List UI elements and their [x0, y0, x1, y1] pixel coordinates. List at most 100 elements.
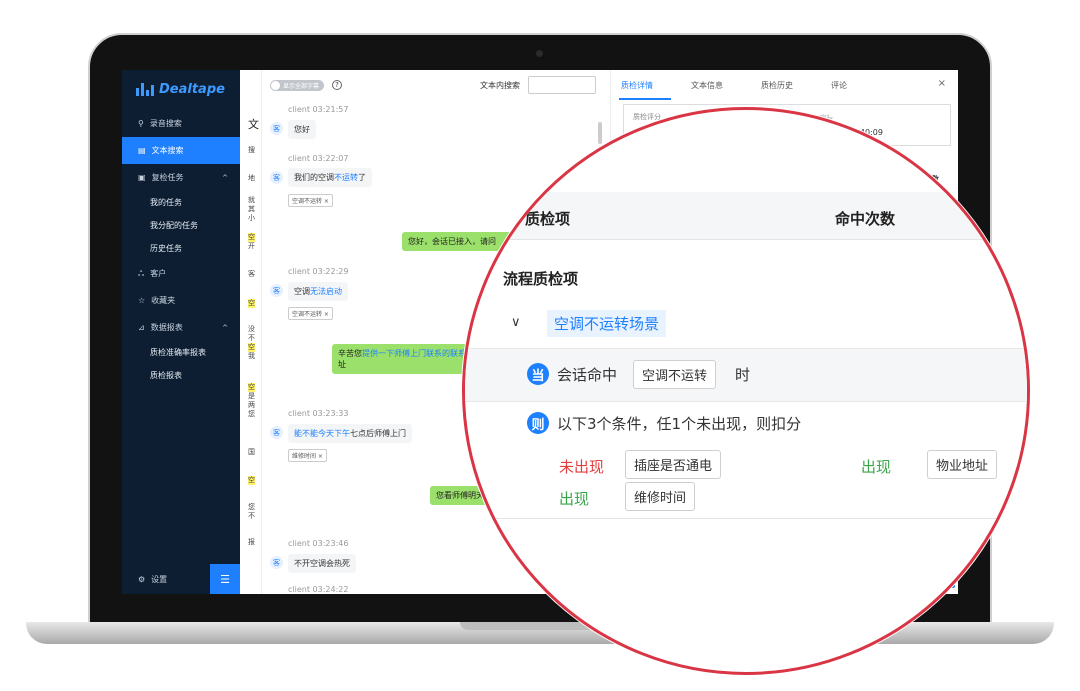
list-item[interactable]: 两	[248, 401, 255, 410]
sidebar-item-text-search[interactable]: ▤ 文本搜索	[122, 137, 240, 164]
condition-chip[interactable]: 维修时间	[625, 482, 696, 511]
settings-label: 设置	[151, 574, 168, 584]
list-item[interactable]: 我	[248, 352, 255, 361]
keyword-chip[interactable]: 空调不运转	[633, 360, 717, 389]
keyword-tag[interactable]: 维修时间 ×	[288, 449, 327, 462]
sidebar-item-favorites[interactable]: ☆ 收藏夹	[122, 287, 240, 314]
scene-name[interactable]: 空调不运转场景	[547, 310, 667, 337]
client-message: 我们的空调不运转了	[288, 168, 372, 187]
logo: Dealtape	[136, 82, 225, 97]
document-icon: ▤	[138, 146, 146, 155]
list-item[interactable]: 您	[248, 410, 255, 419]
list-item[interactable]: 不	[248, 334, 255, 343]
client-avatar: 客	[270, 556, 283, 569]
sidebar-subitem-my-tasks[interactable]: 我的任务	[122, 191, 240, 214]
list-item[interactable]: 小	[248, 214, 255, 223]
then-text: 以下3个条件，任1个未出现，则扣分	[557, 415, 802, 433]
list-item[interactable]: 就	[248, 196, 255, 205]
menu-fold-icon: ☰	[220, 572, 230, 586]
text-result-list: 文 搜地就其小空开客空没不空我空是两您国空您不报	[240, 70, 262, 594]
client-message: 能不能今天下午七点后师傅上门	[288, 424, 412, 443]
sidebar: Dealtape ⚲ 录音搜索 ▤ 文本搜索 ▣ 复检任务 ^ 我的任务 我分配…	[122, 70, 240, 594]
sidebar-subitem-qc-report[interactable]: 质检报表	[122, 364, 240, 387]
list-item[interactable]: 是	[248, 392, 255, 401]
sidebar-subitem-accuracy-report[interactable]: 质检准确率报表	[122, 341, 240, 364]
list-item[interactable]: 您	[248, 503, 255, 512]
sidebar-item-review-tasks[interactable]: ▣ 复检任务 ^	[122, 164, 240, 191]
list-item[interactable]: 空	[248, 233, 255, 242]
condition-status-missing: 未出现	[559, 458, 605, 476]
tab-comments[interactable]: 评论	[831, 80, 901, 91]
message-time: client 03:23:33	[288, 409, 349, 418]
keyword-tag[interactable]: 空调不运转 ×	[288, 194, 333, 207]
list-item[interactable]: 地	[248, 174, 255, 183]
list-item[interactable]: 客	[248, 270, 255, 279]
chevron-down-icon[interactable]: ∨	[511, 315, 521, 330]
user-group-icon: ஃ	[138, 268, 145, 278]
detail-tabs: 质检详情 文本信息 质检历史 评论	[611, 70, 958, 100]
keyword-tag[interactable]: 空调不运转 ×	[288, 307, 333, 320]
list-item[interactable]: 其	[248, 205, 255, 214]
sidebar-nav: ⚲ 录音搜索 ▤ 文本搜索 ▣ 复检任务 ^ 我的任务 我分配的任务 历史任务 …	[122, 110, 240, 387]
search-label: 文本内搜索	[480, 81, 520, 90]
flow-qc-title: 流程质检项	[503, 270, 579, 288]
close-icon[interactable]: ×	[938, 78, 946, 89]
list-item[interactable]: 空	[248, 343, 255, 352]
sidebar-item-label: 数据报表	[150, 323, 183, 332]
then-badge-icon: 则	[527, 412, 549, 434]
when-text: 会话命中	[557, 366, 618, 384]
list-item[interactable]: 空	[248, 383, 255, 392]
list-item[interactable]: 空	[248, 299, 255, 308]
list-item[interactable]: 空	[248, 476, 255, 485]
list-item[interactable]: 搜	[248, 146, 255, 155]
client-message: 您好	[288, 120, 316, 139]
message-time: client 03:24:22	[288, 585, 349, 594]
client-avatar: 客	[270, 284, 283, 297]
sidebar-subitem-assigned-tasks[interactable]: 我分配的任务	[122, 214, 240, 237]
client-message: 空调无法启动	[288, 282, 348, 301]
sidebar-item-audio-search[interactable]: ⚲ 录音搜索	[122, 110, 240, 137]
sidebar-footer: ⚙ 设置 ☰	[122, 564, 240, 594]
condition-chip[interactable]: 插座是否通电	[625, 450, 722, 479]
condition-chip[interactable]: 物业地址	[927, 450, 998, 479]
list-item[interactable]: 没	[248, 325, 255, 334]
sidebar-item-label: 收藏夹	[151, 296, 176, 305]
client-avatar: 客	[270, 426, 283, 439]
sidebar-item-label: 文本搜索	[151, 146, 184, 155]
message-time: client 03:22:07	[288, 154, 349, 163]
search-icon: ⚲	[138, 119, 144, 128]
tab-text-info[interactable]: 文本信息	[691, 80, 761, 91]
client-avatar: 客	[270, 171, 283, 184]
column-hit-count: 命中次数	[835, 210, 896, 228]
search-input[interactable]	[528, 76, 596, 94]
calendar-icon: ▣	[138, 173, 146, 182]
tab-qc-history[interactable]: 质检历史	[761, 80, 831, 91]
client-message: 不开空调会热死	[288, 554, 356, 573]
list-item[interactable]: 国	[248, 448, 255, 457]
list-item[interactable]: 不	[248, 512, 255, 521]
sidebar-item-label: 录音搜索	[149, 119, 182, 128]
logo-mark-icon	[136, 83, 154, 96]
toggle-label: 显示全部字幕	[283, 82, 320, 90]
camera-icon	[536, 50, 543, 57]
sidebar-item-label: 复检任务	[151, 173, 184, 182]
sidebar-item-customers[interactable]: ஃ 客户	[122, 260, 240, 287]
gear-icon: ⚙	[138, 574, 146, 584]
show-all-subtitles-toggle[interactable]: 显示全部字幕	[270, 79, 325, 91]
list-title: 文	[248, 118, 259, 131]
star-icon: ☆	[138, 296, 146, 305]
settings-button[interactable]: ⚙ 设置	[122, 574, 210, 585]
help-icon[interactable]: ?	[332, 80, 343, 90]
collapse-menu-button[interactable]: ☰	[210, 564, 240, 594]
list-item[interactable]: 报	[248, 538, 255, 547]
when-badge-icon: 当	[527, 363, 549, 385]
sidebar-subitem-history-tasks[interactable]: 历史任务	[122, 237, 240, 260]
tab-qc-details[interactable]: 质检详情	[621, 80, 691, 91]
message-time: client 03:22:29	[288, 267, 349, 276]
list-item[interactable]: 开	[248, 242, 255, 251]
active-tab-indicator	[619, 98, 671, 100]
message-time: client 03:21:57	[288, 105, 349, 114]
sidebar-item-reports[interactable]: ⊿ 数据报表 ^	[122, 314, 240, 341]
condition-status-present: 出现	[559, 490, 590, 508]
divider	[465, 518, 1027, 519]
